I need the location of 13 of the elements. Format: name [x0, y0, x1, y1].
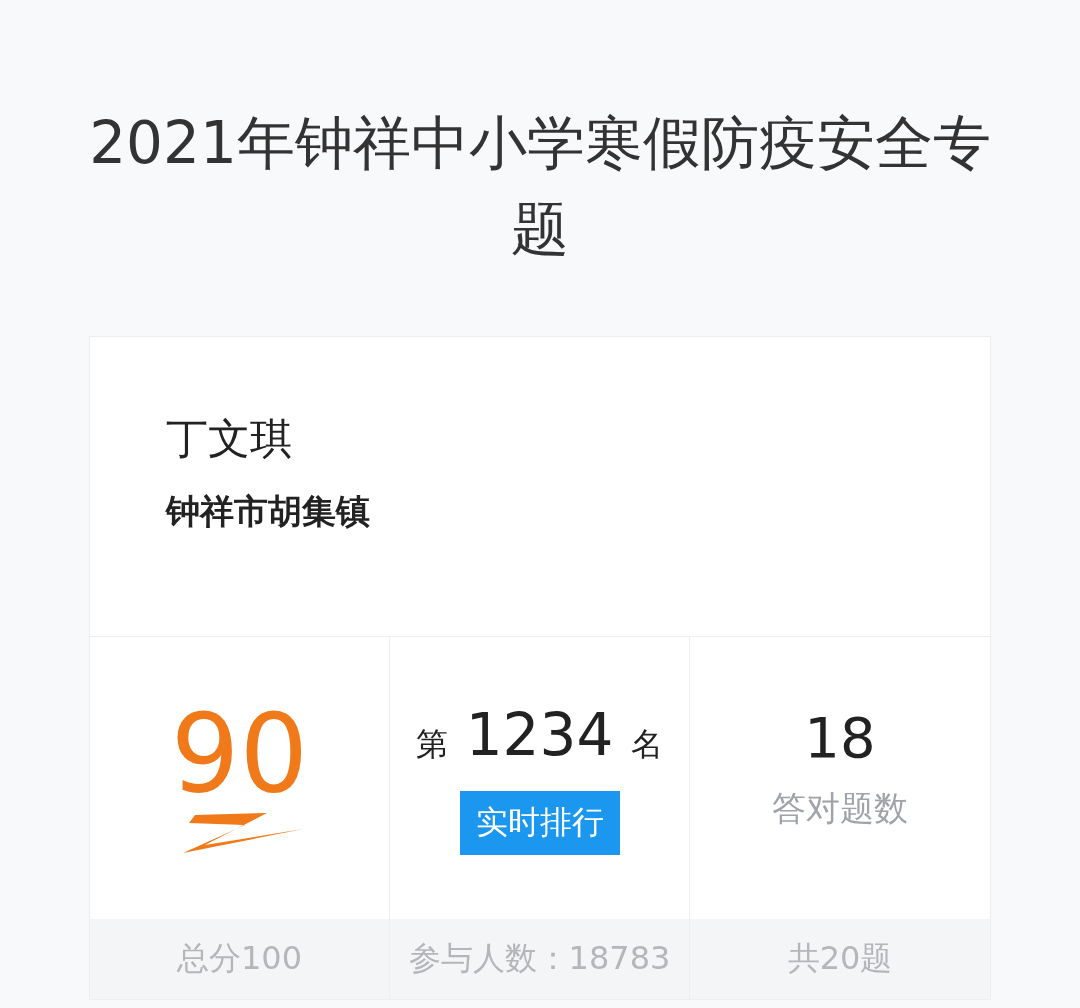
correct-count: 18 — [804, 704, 876, 770]
page-title: 2021年钟祥中小学寒假防疫安全专题 — [88, 108, 992, 265]
stat-footer: 总分100 — [90, 919, 389, 999]
region-name: 钟祥市胡集镇 — [166, 490, 371, 533]
rank-prefix: 第 — [415, 724, 448, 765]
rank-number: 1234 — [465, 701, 614, 769]
rank-suffix: 名 — [631, 724, 664, 765]
stat-footer: 共20题 — [690, 919, 990, 999]
count-label: 答对题数 — [772, 786, 908, 830]
stat-footer: 参与人数：18783 — [390, 919, 689, 999]
ranking-button[interactable]: 实时排行 — [459, 791, 620, 855]
student-name: 丁文琪 — [166, 413, 293, 465]
score: 90 — [170, 699, 309, 809]
